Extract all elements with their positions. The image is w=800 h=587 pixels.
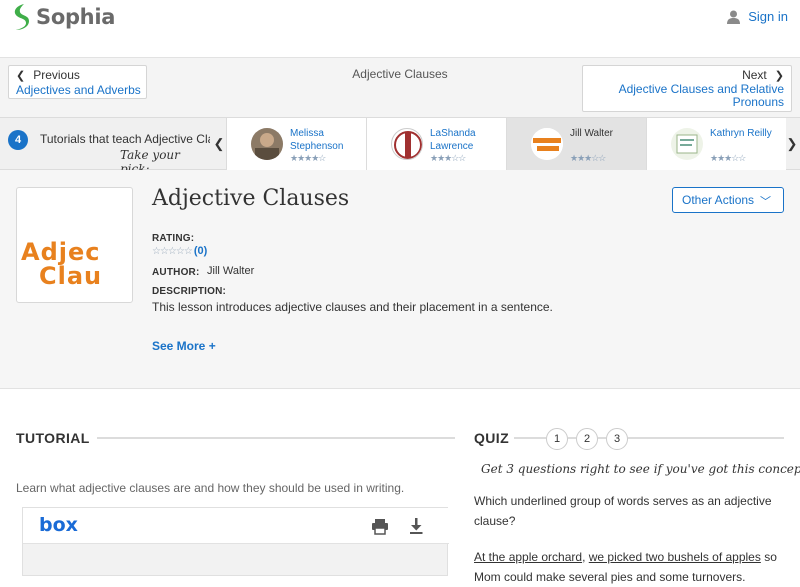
card-rating-stars: ★★★☆☆ (430, 153, 466, 163)
next-label: Next (742, 68, 767, 82)
quiz-question-2[interactable]: 2 (576, 428, 598, 450)
author-avatar (671, 128, 703, 160)
tutorials-carousel: 4 Tutorials that teach Adjective Clauses… (0, 117, 800, 176)
card-rating-stars: ★★★★☆ (290, 153, 326, 163)
previous-label: Previous (33, 68, 80, 82)
tutorial-count-badge: 4 (8, 130, 28, 150)
box-logo: box (39, 514, 78, 536)
card-rating-stars: ★★★☆☆ (570, 153, 606, 163)
previous-lesson-link[interactable]: Adjectives and Adverbs (16, 83, 146, 97)
tutorial-card[interactable]: LaShanda Lawrence ★★★☆☆ (366, 118, 506, 170)
quiz-divider-left (514, 437, 546, 439)
user-icon (727, 10, 741, 24)
sign-in-label: Sign in (748, 9, 788, 24)
lesson-info-panel: Adjec Clau Adjective Clauses Other Actio… (0, 170, 800, 389)
rating-label: RATING: (152, 233, 195, 244)
viewer-toolbar: box (23, 508, 449, 544)
lesson-thumbnail: Adjec Clau (16, 187, 133, 303)
tutorial-card-selected[interactable]: Jill Walter ★★★☆☆ (506, 118, 646, 170)
chevron-left-icon: ❮ (16, 69, 26, 82)
carousel-prev-arrow[interactable]: ❮ (212, 118, 226, 170)
tutorial-card[interactable]: Melissa Stephenson ★★★★☆ (226, 118, 366, 170)
lesson-title: Adjective Clauses (152, 186, 350, 211)
tutorials-count-panel: 4 Tutorials that teach Adjective Clauses… (0, 118, 210, 176)
answer-separator: , (582, 550, 589, 564)
nav-title: Adjective Clauses (352, 67, 448, 81)
description-label: DESCRIPTION: (152, 286, 227, 297)
tutorial-heading: TUTORIAL (16, 430, 90, 446)
card-rating-stars: ★★★☆☆ (710, 153, 746, 163)
sophia-logo[interactable]: Sophia (10, 3, 115, 31)
quiz-question-1[interactable]: 1 (546, 428, 568, 450)
sign-in-link[interactable]: Sign in (727, 9, 788, 24)
chevron-right-icon: ❯ (774, 70, 784, 82)
quiz-divider (568, 437, 576, 439)
rating-stars[interactable]: ☆☆☆☆☆ (152, 246, 193, 257)
answer-option-1[interactable]: At the apple orchard (474, 550, 582, 564)
quiz-sentence: At the apple orchard, we picked two bush… (474, 547, 794, 587)
tutorials-label: Tutorials that teach Adjective Clauses (40, 132, 210, 146)
other-actions-dropdown[interactable]: Other Actions ﹀ (672, 187, 784, 213)
brand-name: Sophia (36, 5, 116, 29)
chevron-down-icon: ﹀ (760, 196, 771, 208)
document-viewer[interactable]: box (22, 507, 449, 576)
print-icon[interactable] (371, 517, 389, 535)
carousel-next-arrow[interactable]: ❯ (786, 118, 798, 170)
author-label: AUTHOR: (152, 267, 200, 278)
quiz-heading: QUIZ (474, 430, 510, 446)
lesson-description: This lesson introduces adjective clauses… (152, 300, 553, 314)
card-author-name: Jill Walter (570, 128, 613, 139)
quiz-question-text: Which underlined group of words serves a… (474, 494, 772, 528)
author-avatar (391, 128, 423, 160)
previous-button[interactable]: ❮ Previous Adjectives and Adverbs (8, 65, 147, 99)
quiz-divider (598, 437, 606, 439)
author-avatar (531, 128, 563, 160)
sophia-logo-icon (14, 4, 29, 30)
rating-row: ☆☆☆☆☆ (0) (152, 245, 207, 257)
author-name: Jill Walter (207, 265, 255, 277)
tutorial-description: Learn what adjective clauses are and how… (16, 481, 405, 495)
card-author-name: Kathryn Reilly (710, 128, 772, 139)
tutorial-divider (97, 437, 455, 439)
tutorial-card[interactable]: Kathryn Reilly ★★★☆☆ (646, 118, 786, 170)
card-author-name: LaShanda Lawrence (430, 128, 476, 152)
quiz-tagline: Get 3 questions right to see if you've g… (481, 462, 800, 476)
download-icon[interactable] (407, 517, 425, 535)
site-header: Sophia Sign in (0, 0, 800, 36)
see-more-link[interactable]: See More + (152, 339, 216, 353)
answer-option-2[interactable]: we picked two bushels of apples (589, 550, 761, 564)
thumbnail-text-line2: Clau (39, 262, 103, 290)
quiz-divider-right (628, 437, 784, 439)
lesson-navigation: ❮ Previous Adjectives and Adverbs Adjecti… (0, 57, 800, 117)
quiz-question-3[interactable]: 3 (606, 428, 628, 450)
rating-count[interactable]: (0) (194, 245, 207, 257)
next-lesson-link[interactable]: Adjective Clauses and Relative Pronouns (583, 83, 784, 109)
card-author-name: Melissa Stephenson (290, 128, 344, 152)
other-actions-label: Other Actions (682, 193, 755, 207)
author-avatar (251, 128, 283, 160)
next-button[interactable]: Next ❯ Adjective Clauses and Relative Pro… (582, 65, 792, 112)
